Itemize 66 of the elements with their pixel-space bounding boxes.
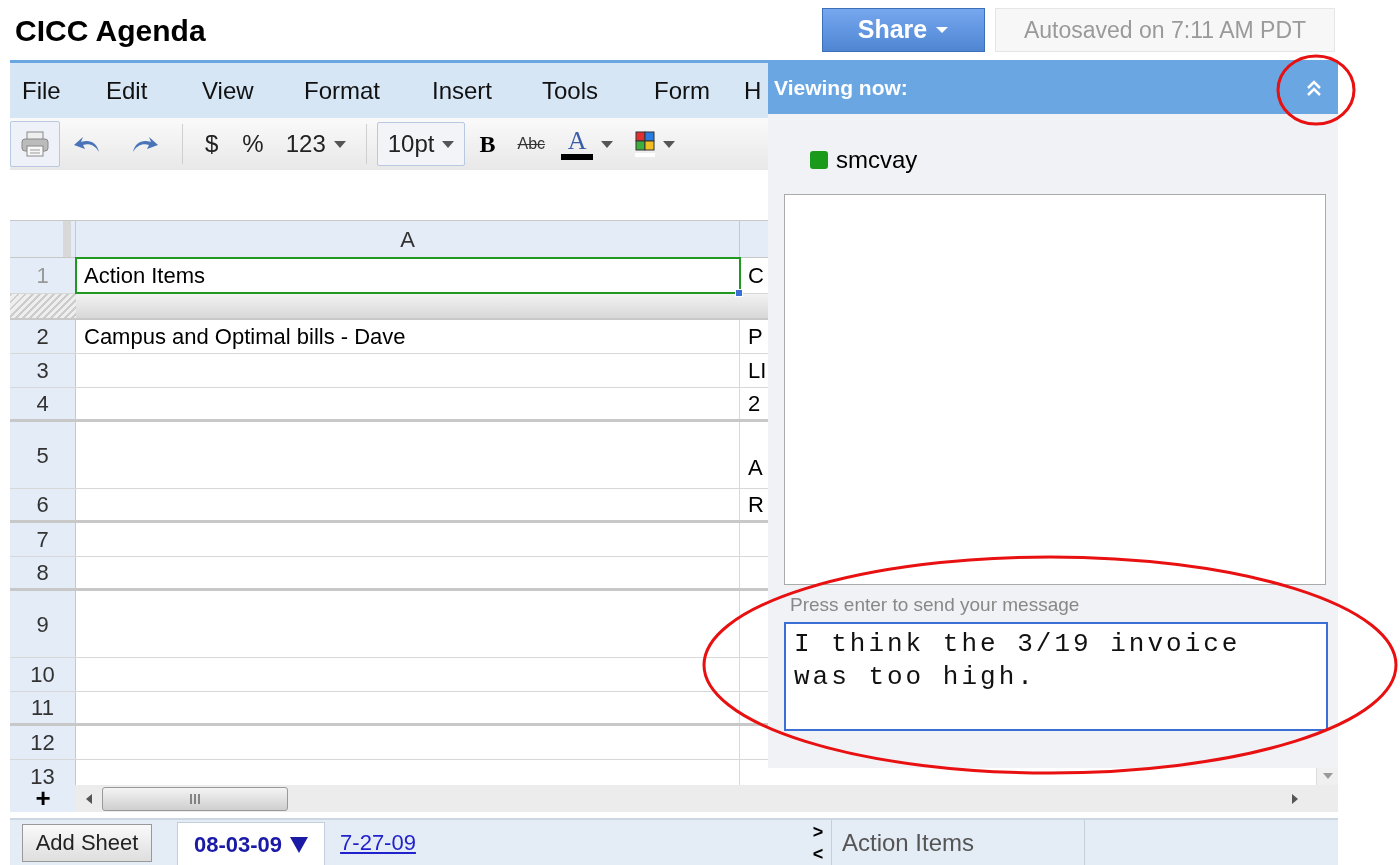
scrollbar-thumb[interactable]	[102, 786, 288, 811]
next-sheet-arrow[interactable]: >	[812, 820, 824, 843]
scroll-down-icon[interactable]	[1322, 773, 1333, 779]
add-rows-button[interactable]: +	[10, 785, 76, 812]
sheet-tab[interactable]: 08-03-09	[177, 822, 326, 865]
caret-icon	[663, 140, 676, 148]
collapse-icon[interactable]	[1306, 79, 1322, 97]
format-button[interactable]: %	[230, 121, 276, 167]
chat-hint: Press enter to send your message	[790, 593, 1081, 617]
menu-item[interactable]: File	[22, 72, 106, 109]
menu-item[interactable]: Insert	[432, 72, 542, 109]
row-number[interactable]: 7	[10, 523, 76, 556]
row-number[interactable]: 5	[10, 422, 76, 488]
row-number[interactable]: 9	[10, 591, 76, 657]
menu-item[interactable]: H	[744, 72, 768, 109]
table-cell[interactable]: Campus and Optimal bills - Dave	[76, 320, 740, 353]
previous-sheet-arrow[interactable]: <	[812, 842, 824, 865]
caret-icon	[442, 140, 455, 148]
table-cell[interactable]: 2	[740, 388, 768, 419]
text-color-button[interactable]: A	[553, 121, 622, 167]
dropdown-arrow-icon	[290, 836, 309, 853]
menu-item[interactable]: Edit	[106, 72, 202, 109]
row-number[interactable]: 2	[10, 320, 76, 353]
table-cell[interactable]: R	[740, 489, 768, 520]
menu-item[interactable]: Form	[654, 72, 744, 109]
menu-item[interactable]: View	[202, 72, 304, 109]
print-icon	[20, 130, 50, 158]
format-button[interactable]: $	[193, 121, 231, 167]
caret-icon	[935, 26, 950, 34]
print-button[interactable]	[10, 121, 60, 167]
autosave-status: Autosaved on 7:11 AM PDT	[995, 8, 1335, 52]
menu-item[interactable]: Format	[304, 72, 432, 109]
fill-handle[interactable]	[735, 289, 743, 297]
add-sheet-button[interactable]: Add Sheet	[22, 823, 152, 862]
bold-button[interactable]: B	[465, 121, 510, 167]
scroll-right-icon[interactable]	[1290, 792, 1300, 805]
row-number[interactable]: 6	[10, 489, 76, 520]
table-cell[interactable]: C	[740, 258, 768, 293]
menu-item[interactable]: Tools	[542, 72, 654, 109]
document-title: CICC Agenda	[15, 12, 206, 49]
sheet-tab[interactable]: 7-27-09	[340, 826, 416, 859]
row-number[interactable]: 3	[10, 354, 76, 387]
viewer-name: smcvay	[836, 145, 918, 175]
dropdown-button[interactable]: 10pt	[376, 122, 466, 166]
row-number[interactable]: 8	[10, 557, 76, 588]
row-number[interactable]: 12	[10, 726, 76, 759]
row-number[interactable]: 10	[10, 658, 76, 691]
chat-message-field[interactable]: I think the 3/19 invoice was too high.	[784, 621, 1328, 731]
scroll-left-icon[interactable]	[84, 792, 94, 805]
vertical-scrollbar[interactable]	[1316, 768, 1338, 785]
caret-icon	[333, 140, 346, 148]
table-cell[interactable]: LI	[740, 354, 768, 387]
row-number[interactable]: 13	[10, 760, 76, 785]
row-number[interactable]: 4	[10, 388, 76, 419]
dropdown-button[interactable]: 123	[275, 122, 356, 166]
viewing-now-label: Viewing now:	[774, 75, 908, 102]
table-cell[interactable]: A	[740, 422, 768, 488]
row-number[interactable]: 11	[10, 692, 76, 723]
color-grid-icon	[635, 131, 656, 157]
caret-icon	[601, 140, 614, 148]
column-resize-handle[interactable]	[63, 221, 71, 257]
table-cell[interactable]: Action Items	[76, 258, 740, 293]
cell-content-preview: Action Items	[842, 827, 975, 858]
table-cell[interactable]: P	[740, 320, 768, 353]
strikethrough-button[interactable]: Abc	[509, 121, 554, 167]
grip-icon	[189, 793, 201, 804]
